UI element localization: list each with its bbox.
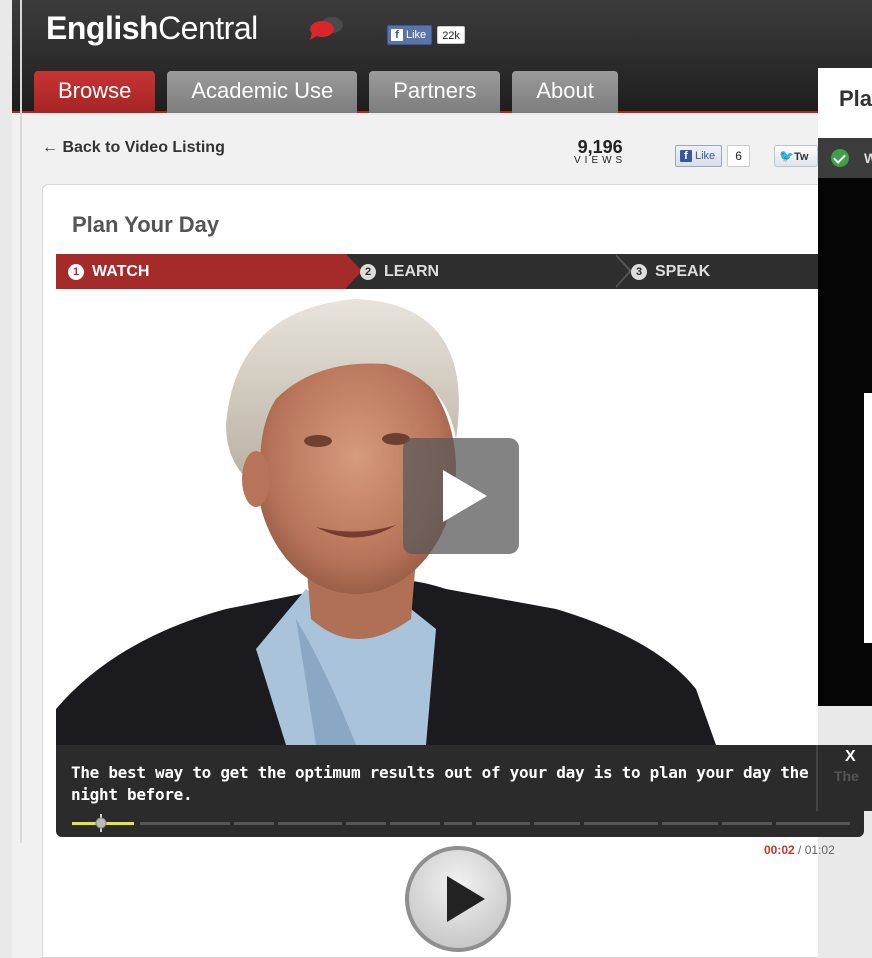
- step-speak[interactable]: 3 SPEAK: [631, 254, 710, 289]
- video-play-overlay-icon[interactable]: [403, 438, 519, 554]
- views-counter: 9,196 VIEWS: [574, 138, 626, 166]
- check-circle-icon: [831, 149, 849, 167]
- caption-bar: The best way to get the optimum results …: [56, 745, 818, 811]
- facebook-f-icon: f: [680, 150, 692, 162]
- facebook-f-icon: f: [391, 29, 403, 41]
- timeline-segment[interactable]: [346, 822, 386, 825]
- step-number: 1: [68, 264, 84, 280]
- logo-light: Central: [158, 10, 258, 46]
- step-number: 3: [631, 264, 647, 280]
- facebook-like-widget-page[interactable]: f Like 6: [675, 145, 750, 167]
- twitter-bird-icon: 🐦: [779, 149, 794, 163]
- tab-about[interactable]: About: [512, 71, 618, 113]
- video-timeline[interactable]: [56, 811, 864, 837]
- facebook-like-count-page: 6: [727, 145, 750, 167]
- timeline-segment[interactable]: [534, 822, 580, 825]
- site-header: EnglishCentral f Like 22k Browse Academi…: [12, 0, 872, 113]
- step-watch[interactable]: 1 WATCH: [56, 254, 362, 289]
- video-title: Plan Your Day: [72, 212, 220, 237]
- step-separator-inner: [614, 254, 629, 288]
- right-panel-title: Pla: [839, 86, 872, 111]
- step-bar: 1 WATCH 2 LEARN 3 SPEAK: [56, 254, 818, 289]
- step-label: WATCH: [92, 263, 150, 280]
- facebook-like-label: Like: [406, 29, 427, 41]
- next-caption-preview: The: [834, 768, 859, 784]
- timeline-segment[interactable]: [140, 822, 230, 825]
- timeline-segment[interactable]: [444, 822, 472, 825]
- timeline-segment[interactable]: [390, 822, 440, 825]
- timeline-segment[interactable]: [234, 822, 274, 825]
- views-label: VIEWS: [574, 155, 627, 166]
- facebook-like-button-page[interactable]: f Like: [675, 145, 723, 167]
- time-readout: 00:02 / 01:02: [764, 843, 835, 857]
- tweet-label: Tw: [793, 151, 809, 163]
- facebook-like-label-page: Like: [695, 150, 716, 162]
- caption-text: The best way to get the optimum results …: [71, 763, 809, 804]
- play-button[interactable]: [405, 846, 511, 952]
- side-panel-label: W: [864, 150, 872, 166]
- tab-partners[interactable]: Partners: [369, 71, 501, 113]
- timeline-segment[interactable]: [584, 822, 658, 825]
- speech-bubble-logo-icon: [310, 17, 343, 40]
- step-label: SPEAK: [655, 263, 711, 280]
- timeline-segment[interactable]: [278, 822, 342, 825]
- logo[interactable]: EnglishCentral: [46, 10, 258, 47]
- logo-bold: English: [46, 10, 159, 46]
- timeline-segment[interactable]: [776, 822, 850, 825]
- views-count: 9,196: [577, 137, 623, 157]
- facebook-like-button[interactable]: f Like: [387, 25, 433, 45]
- facebook-like-widget[interactable]: f Like 22k: [387, 25, 465, 45]
- tab-browse[interactable]: Browse: [34, 71, 156, 113]
- page-divider: [20, 0, 22, 843]
- side-panel-content: [864, 393, 872, 643]
- tweet-button[interactable]: 🐦Tw: [774, 145, 818, 167]
- step-label: LEARN: [384, 263, 440, 280]
- close-icon[interactable]: X: [845, 748, 856, 766]
- back-to-video-listing-link[interactable]: ← Back to Video Listing: [42, 139, 225, 157]
- total-time: / 01:02: [798, 843, 835, 857]
- timeline-segment[interactable]: [476, 822, 530, 825]
- main-nav: Browse Academic Use Partners About: [34, 71, 618, 113]
- step-number: 2: [360, 264, 376, 280]
- tab-academic-use[interactable]: Academic Use: [167, 71, 358, 113]
- step-learn[interactable]: 2 LEARN: [360, 254, 439, 289]
- current-time: 00:02: [764, 843, 795, 857]
- facebook-like-count: 22k: [437, 26, 465, 44]
- timeline-segment[interactable]: [662, 822, 718, 825]
- timeline-handle-icon[interactable]: [93, 814, 109, 832]
- timeline-segment[interactable]: [722, 822, 772, 825]
